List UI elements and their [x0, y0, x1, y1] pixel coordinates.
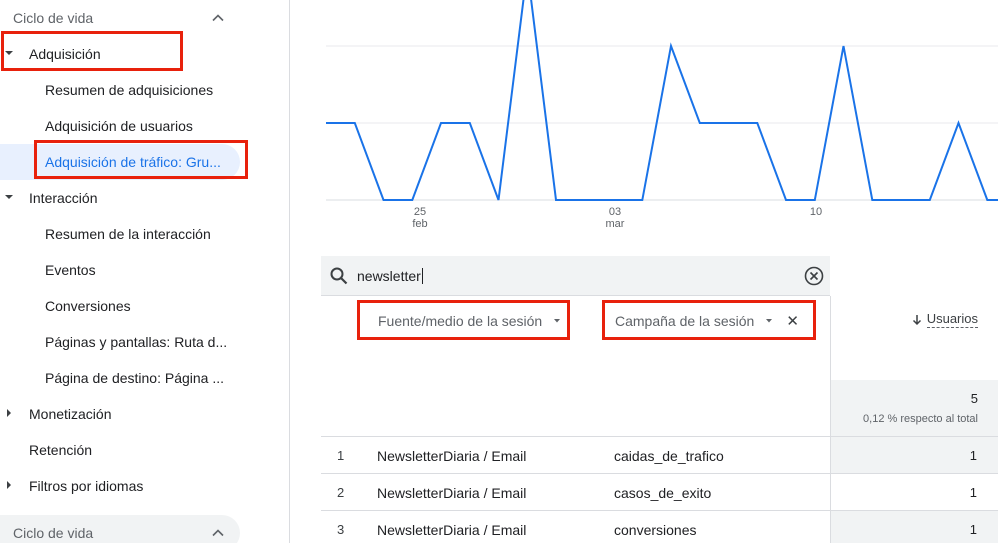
- sidebar-item-label: Resumen de la interacción: [45, 226, 211, 242]
- row-users-cell: 1: [830, 437, 998, 473]
- row-source-medium: NewsletterDiaria / Email: [377, 448, 527, 464]
- chevron-up-icon[interactable]: [210, 525, 226, 541]
- sidebar-item-user-acquisition[interactable]: Adquisición de usuarios: [0, 108, 290, 144]
- sidebar-item-pages-screens[interactable]: Páginas y pantallas: Ruta d...: [0, 324, 290, 360]
- sidebar-item-traffic-acquisition[interactable]: Adquisición de tráfico: Gru...: [0, 144, 240, 180]
- x-tick-day: 25: [413, 206, 427, 218]
- sidebar-item-label: Adquisición de usuarios: [45, 118, 193, 134]
- sidebar-item-landing-page[interactable]: Página de destino: Página ...: [0, 360, 290, 396]
- metric-label: Usuarios: [926, 311, 978, 328]
- text-cursor: [421, 268, 423, 284]
- row-index: 2: [337, 485, 345, 500]
- x-tick-label: 03 mar: [600, 206, 630, 230]
- section-header-lifecycle-2[interactable]: Ciclo de vida: [0, 515, 240, 543]
- arrow-down-icon: [912, 314, 921, 325]
- x-tick-month: mar: [605, 218, 625, 230]
- row-users: 1: [969, 522, 977, 537]
- sidebar: Ciclo de vida Adquisición Resumen de adq…: [0, 0, 290, 543]
- metric-total: 5 0,12 % respecto al total: [831, 380, 998, 436]
- section-header-label: Ciclo de vida: [13, 525, 94, 541]
- metric-total-percent: 0,12 % respecto al total: [863, 413, 978, 425]
- table-row[interactable]: 3 NewsletterDiaria / Email conversiones …: [321, 510, 998, 543]
- row-source-medium: NewsletterDiaria / Email: [377, 485, 527, 501]
- secondary-dimension-label: Campaña de la sesión: [615, 313, 755, 329]
- row-campaign: conversiones: [614, 522, 697, 538]
- caret-down-icon: [5, 51, 13, 55]
- sidebar-item-label: Retención: [29, 442, 93, 458]
- dropdown-arrow-icon: [554, 319, 561, 323]
- sidebar-item-acquisition-overview[interactable]: Resumen de adquisiciones: [0, 72, 290, 108]
- row-users: 1: [969, 448, 977, 463]
- table-row[interactable]: 1 NewsletterDiaria / Email caidas_de_tra…: [321, 436, 998, 473]
- primary-dimension-label: Fuente/medio de la sesión: [378, 313, 543, 329]
- metric-column-header: Usuarios 5 0,12 % respecto al total: [830, 296, 998, 436]
- sidebar-item-acquisition[interactable]: Adquisición: [0, 36, 290, 72]
- caret-right-icon: [7, 409, 11, 417]
- chevron-up-icon[interactable]: [210, 10, 226, 26]
- primary-dimension-select[interactable]: Fuente/medio de la sesión: [378, 302, 562, 340]
- metric-total-value: 5: [970, 391, 978, 406]
- search-value: newsletter: [357, 268, 421, 284]
- search-icon: [330, 267, 348, 285]
- clear-search-icon[interactable]: [804, 266, 824, 286]
- series-line: [326, 0, 998, 201]
- sidebar-item-engagement-overview[interactable]: Resumen de la interacción: [0, 216, 290, 252]
- row-source-medium: NewsletterDiaria / Email: [377, 522, 527, 538]
- sidebar-item-label: Resumen de adquisiciones: [45, 82, 214, 98]
- x-tick-month: feb: [412, 218, 428, 230]
- line-chart: [326, 0, 998, 240]
- row-users-cell: 1: [830, 474, 998, 510]
- sort-users-header[interactable]: Usuarios: [912, 311, 978, 328]
- row-index: 1: [337, 448, 345, 463]
- sidebar-item-label: Página de destino: Página ...: [45, 370, 225, 386]
- dropdown-arrow-icon: [766, 319, 773, 323]
- x-tick-label: 10: [801, 206, 831, 218]
- remove-dimension-icon[interactable]: ✕: [786, 312, 799, 330]
- sidebar-item-label: Filtros por idiomas: [29, 478, 144, 494]
- x-tick-label: 25 feb: [405, 206, 435, 230]
- sidebar-item-retention[interactable]: Retención: [0, 432, 290, 468]
- sidebar-item-label: Adquisición: [29, 46, 101, 62]
- search-bar[interactable]: newsletter: [321, 256, 830, 296]
- row-index: 3: [337, 522, 345, 537]
- section-header-label: Ciclo de vida: [13, 10, 94, 26]
- row-campaign: casos_de_exito: [614, 485, 712, 501]
- sidebar-item-label: Páginas y pantallas: Ruta d...: [45, 334, 228, 350]
- section-header-lifecycle[interactable]: Ciclo de vida: [0, 0, 240, 36]
- sidebar-item-label: Monetización: [29, 406, 112, 422]
- chart-svg: [326, 0, 998, 201]
- sidebar-item-monetization[interactable]: Monetización: [0, 396, 290, 432]
- caret-down-icon: [5, 195, 13, 199]
- row-campaign: caidas_de_trafico: [614, 448, 724, 464]
- sidebar-item-label: Interacción: [29, 190, 98, 206]
- secondary-dimension-select[interactable]: Campaña de la sesión ✕: [615, 302, 799, 340]
- caret-right-icon: [7, 481, 11, 489]
- sidebar-item-label: Eventos: [45, 262, 96, 278]
- sidebar-item-conversions[interactable]: Conversiones: [0, 288, 290, 324]
- sidebar-item-label: Conversiones: [45, 298, 131, 314]
- sidebar-item-label: Adquisición de tráfico: Gru...: [45, 154, 221, 170]
- search-input[interactable]: newsletter: [357, 268, 423, 284]
- x-tick-day: 03: [608, 206, 622, 218]
- row-users-cell: 1: [830, 511, 998, 543]
- table-row[interactable]: 2 NewsletterDiaria / Email casos_de_exit…: [321, 473, 998, 510]
- row-users: 1: [969, 485, 977, 500]
- sidebar-item-engagement[interactable]: Interacción: [0, 180, 290, 216]
- sidebar-item-language-filters[interactable]: Filtros por idiomas: [0, 468, 290, 504]
- sidebar-item-events[interactable]: Eventos: [0, 252, 290, 288]
- x-tick-day: 10: [809, 206, 823, 218]
